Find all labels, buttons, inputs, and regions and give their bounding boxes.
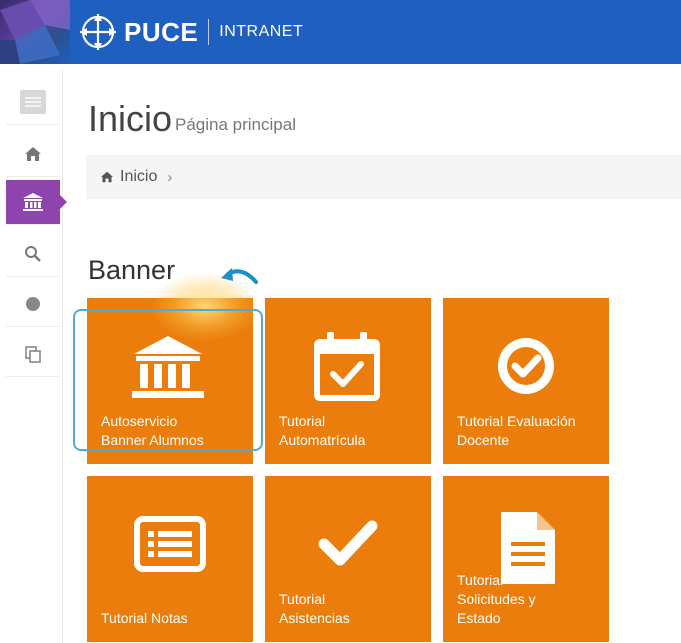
sidebar-item-institution[interactable] — [6, 180, 67, 225]
sidebar-item-copy[interactable] — [6, 332, 60, 377]
sidebar-item-search[interactable] — [6, 232, 60, 277]
brand-separator — [208, 19, 210, 45]
puce-logo-icon — [80, 14, 116, 50]
page-title: Inicio — [88, 98, 173, 139]
calendar-check-icon — [314, 332, 380, 401]
tile-label: Tutorial Evaluación Docente — [457, 413, 576, 448]
corner-logo-graphic — [0, 0, 70, 64]
sidebar-item-home[interactable] — [6, 132, 60, 177]
tile-autoservicio-banner-alumnos[interactable]: Autoservicio Banner Alumnos — [87, 298, 253, 464]
section-title: Banner — [88, 255, 176, 285]
breadcrumb: Inicio › — [86, 155, 681, 199]
page-subtitle: Página principal — [175, 115, 296, 134]
sidebar-menu-toggle[interactable] — [6, 80, 60, 125]
curved-arrow-icon — [221, 268, 258, 284]
brand-subtitle: INTRANET — [219, 23, 304, 40]
breadcrumb-home-link[interactable]: Inicio — [120, 168, 157, 186]
menu-toggle-icon — [20, 90, 46, 114]
home-icon — [25, 147, 41, 161]
brand-name: PUCE — [124, 16, 199, 47]
institution-icon — [23, 193, 43, 211]
tile-tutorial-solicitudes-y-estado[interactable]: Tutorial Solicitudes y Estado — [443, 476, 609, 642]
checkmark-icon — [318, 520, 378, 566]
institution-icon — [132, 336, 204, 398]
sidebar — [0, 70, 67, 643]
tile-tutorial-automatricula[interactable]: Tutorial Automatrícula — [265, 298, 431, 464]
tile-label: Autoservicio Banner Alumnos — [101, 413, 204, 448]
breadcrumb-home-icon — [101, 171, 113, 183]
breadcrumb-separator: › — [167, 168, 173, 186]
check-circle-icon — [498, 338, 554, 394]
tile-tutorial-asistencias[interactable]: Tutorial Asistencias — [265, 476, 431, 642]
tile-label: Tutorial Automatrícula — [279, 413, 366, 448]
tile-tutorial-notas[interactable]: Tutorial Notas — [87, 476, 253, 642]
tile-label: Tutorial Asistencias — [279, 591, 350, 626]
sidebar-item-circle[interactable] — [6, 282, 60, 327]
corner-logo-graphic-svg — [0, 0, 70, 64]
tile-label: Tutorial Notas — [101, 610, 188, 626]
top-bar: PUCE INTRANET — [0, 0, 681, 64]
circle-icon — [26, 297, 40, 311]
brand[interactable]: PUCE INTRANET — [78, 12, 303, 52]
search-icon — [25, 246, 41, 262]
tile-label: Tutorial Solicitudes y Estado — [457, 572, 536, 626]
header-divider — [0, 64, 681, 68]
list-card-icon — [134, 516, 206, 572]
copy-icon — [25, 346, 41, 363]
tile-tutorial-evaluacion-docente[interactable]: Tutorial Evaluación Docente — [443, 298, 609, 464]
